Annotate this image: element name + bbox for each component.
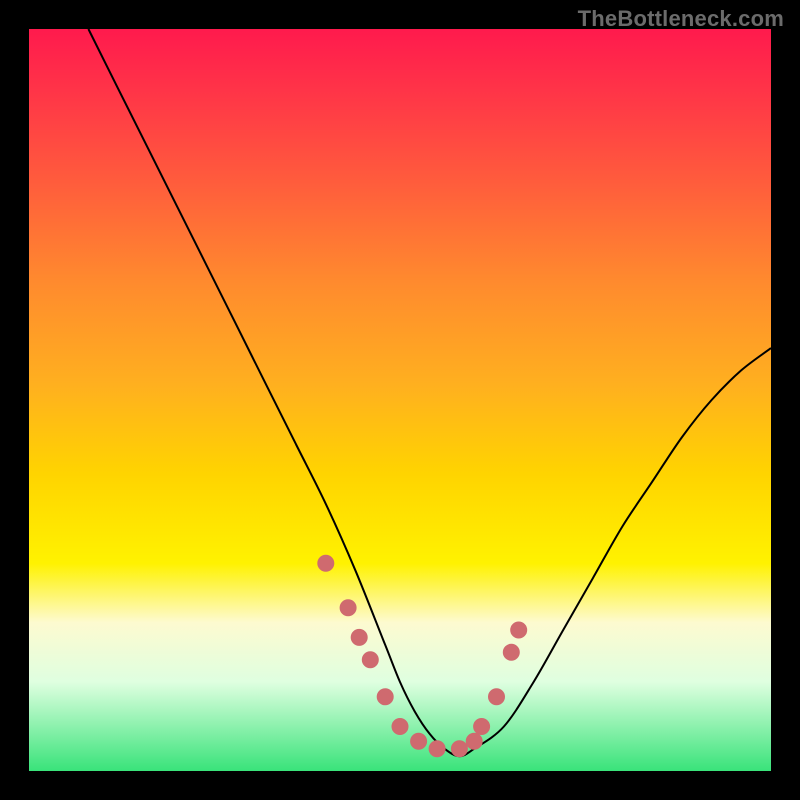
bottleneck-curve: [88, 29, 771, 756]
watermark-text: TheBottleneck.com: [578, 6, 784, 32]
marker-point: [489, 689, 505, 705]
marker-point: [503, 644, 519, 660]
marker-group: [318, 555, 527, 757]
marker-point: [466, 733, 482, 749]
marker-point: [318, 555, 334, 571]
marker-point: [377, 689, 393, 705]
marker-point: [511, 622, 527, 638]
marker-point: [411, 733, 427, 749]
marker-point: [474, 719, 490, 735]
marker-point: [392, 719, 408, 735]
marker-point: [351, 629, 367, 645]
marker-point: [429, 741, 445, 757]
marker-point: [362, 652, 378, 668]
chart-plot-area: [29, 29, 771, 771]
marker-point: [340, 600, 356, 616]
chart-svg: [29, 29, 771, 771]
marker-point: [451, 741, 467, 757]
